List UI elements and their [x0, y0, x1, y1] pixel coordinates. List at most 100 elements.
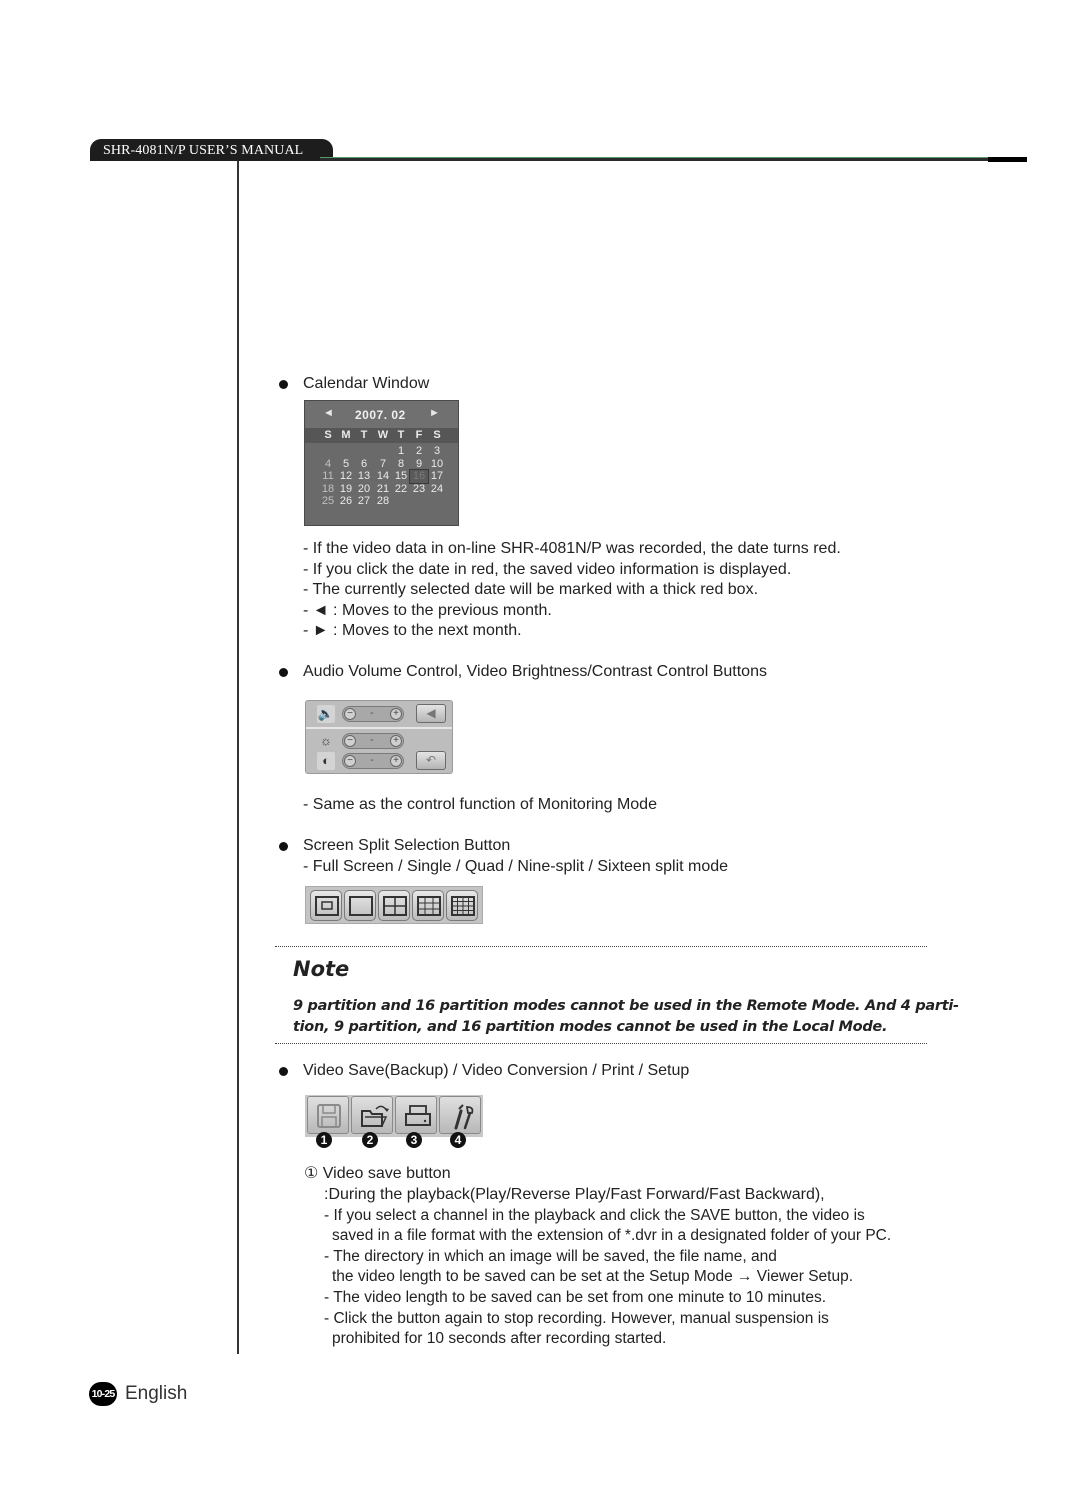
save-heading: ① Video save button: [304, 1165, 451, 1182]
calendar-day[interactable]: 28: [374, 495, 392, 508]
calendar-day[interactable]: 24: [428, 483, 446, 496]
save-line: - If you select a channel in the playbac…: [324, 1207, 865, 1224]
quad-split-button[interactable]: [378, 890, 410, 921]
sixteen-split-button[interactable]: [446, 890, 478, 921]
quad-grid-icon: [383, 896, 407, 916]
brightness-value: -: [370, 734, 374, 746]
calendar-day[interactable]: 21: [374, 483, 392, 496]
contrast-up-button[interactable]: +: [390, 755, 402, 767]
brightness-slider[interactable]: − - +: [342, 733, 404, 749]
volume-slider[interactable]: − - +: [342, 706, 404, 722]
calendar-day[interactable]: 17: [428, 470, 446, 483]
weekday-label: S: [433, 429, 441, 441]
video-conversion-button[interactable]: [351, 1096, 393, 1134]
contrast-down-button[interactable]: −: [344, 755, 356, 767]
calendar-day[interactable]: 14: [374, 470, 392, 483]
callout-4: 4: [450, 1132, 466, 1148]
split-heading: Screen Split Selection Button: [303, 837, 511, 854]
calendar-day[interactable]: 26: [337, 495, 355, 508]
save-line: - The directory in which an image will b…: [324, 1248, 777, 1265]
calendar-day[interactable]: 19: [337, 483, 355, 496]
weekday-label: W: [377, 429, 389, 441]
calendar-note: - ► : Moves to the next month.: [303, 622, 522, 639]
nine-grid-icon: [417, 896, 441, 916]
save-line: the video length to be saved can be set …: [332, 1268, 854, 1285]
calendar-month-title: 2007. 02: [355, 408, 406, 422]
setup-button[interactable]: [439, 1096, 481, 1134]
weekday-row: S M T W T F S: [305, 428, 458, 443]
av-control-panel: 🔈 − - + ◀ ☼ − - + ◐ − - + ↶: [305, 700, 453, 774]
split-subheading: - Full Screen / Single / Quad / Nine-spl…: [303, 858, 729, 875]
brightness-down-button[interactable]: −: [344, 735, 356, 747]
full-screen-button[interactable]: [310, 890, 342, 921]
sixteen-grid-icon: [451, 896, 475, 916]
next-month-button[interactable]: ►: [429, 407, 440, 419]
sun-icon: ☼: [320, 733, 332, 748]
calendar-day[interactable]: 2: [410, 445, 428, 458]
calendar-day[interactable]: 12: [337, 470, 355, 483]
calendar-day[interactable]: 22: [392, 483, 410, 496]
footer-language: English: [125, 1383, 188, 1404]
mute-icon: ◀: [426, 706, 436, 720]
calendar-day[interactable]: 18: [319, 483, 337, 496]
page-number-badge: 10-25: [89, 1382, 117, 1406]
calendar-day[interactable]: 9: [410, 458, 428, 471]
calendar-day[interactable]: 27: [355, 495, 373, 508]
bullet-icon: [279, 842, 288, 851]
open-folder-icon: [361, 1105, 389, 1127]
calendar-day[interactable]: 23: [410, 483, 428, 496]
calendar-note: - The currently selected date will be ma…: [303, 581, 759, 598]
volume-down-button[interactable]: −: [344, 708, 356, 720]
weekday-label: T: [397, 429, 405, 441]
bullet-icon: [279, 380, 288, 389]
save-line: prohibited for 10 seconds after recordin…: [332, 1330, 667, 1347]
note-top-divider: [275, 946, 927, 947]
video-save-button[interactable]: [307, 1096, 349, 1134]
save-line: - The video length to be saved can be se…: [324, 1289, 827, 1306]
calendar-note: - If you click the date in red, the save…: [303, 561, 792, 578]
mute-button[interactable]: ◀: [416, 704, 446, 723]
save-line: - Click the button again to stop recordi…: [324, 1310, 829, 1327]
weekday-label: S: [324, 429, 332, 441]
calendar-day[interactable]: 5: [337, 458, 355, 471]
calendar-day[interactable]: 15: [392, 470, 410, 483]
calendar-day[interactable]: 7: [374, 458, 392, 471]
callout-2: 2: [362, 1132, 378, 1148]
contrast-slider[interactable]: − - +: [342, 753, 404, 769]
calendar-note: - ◄ : Moves to the previous month.: [303, 602, 552, 619]
calendar-day-selected[interactable]: 16: [409, 469, 429, 484]
calendar-day[interactable]: 1: [392, 445, 410, 458]
note-line: tion, 9 partition, and 16 partition mode…: [293, 1019, 888, 1035]
weekday-label: T: [360, 429, 368, 441]
reset-button[interactable]: ↶: [416, 751, 446, 770]
undo-icon: ↶: [425, 753, 437, 767]
volume-up-button[interactable]: +: [390, 708, 402, 720]
weekday-label: M: [341, 429, 351, 441]
contrast-icon: ◐: [317, 752, 335, 770]
calendar-day[interactable]: 8: [392, 458, 410, 471]
calendar-day[interactable]: 11: [319, 470, 337, 483]
split-button-bar: [305, 886, 483, 924]
weekday-label: F: [415, 429, 423, 441]
speaker-icon: 🔈: [317, 705, 335, 723]
save-intro: :During the playback(Play/Reverse Play/F…: [324, 1186, 825, 1203]
calendar-day[interactable]: 3: [428, 445, 446, 458]
margin-rule: [237, 161, 239, 1354]
print-button[interactable]: [395, 1096, 437, 1134]
tools-icon: [454, 1104, 474, 1130]
note-body: 9 partition and 16 partition modes canno…: [293, 996, 959, 1038]
calendar-day[interactable]: 13: [355, 470, 373, 483]
calendar-widget: ◄ 2007. 02 ► S M T W T F S 1 2 3 4 5 6 7 8 9 10 11…: [304, 400, 459, 526]
calendar-day[interactable]: 10: [428, 458, 446, 471]
single-split-button[interactable]: [344, 890, 376, 921]
controls-heading: Audio Volume Control, Video Brightness/C…: [303, 663, 767, 680]
calendar-day[interactable]: 6: [355, 458, 373, 471]
brightness-up-button[interactable]: +: [390, 735, 402, 747]
prev-month-button[interactable]: ◄: [323, 407, 334, 419]
header-rule: [320, 157, 988, 161]
volume-value: -: [370, 707, 374, 719]
nine-split-button[interactable]: [412, 890, 444, 921]
calendar-day[interactable]: 20: [355, 483, 373, 496]
calendar-day[interactable]: 25: [319, 495, 337, 508]
calendar-day[interactable]: 4: [319, 458, 337, 471]
